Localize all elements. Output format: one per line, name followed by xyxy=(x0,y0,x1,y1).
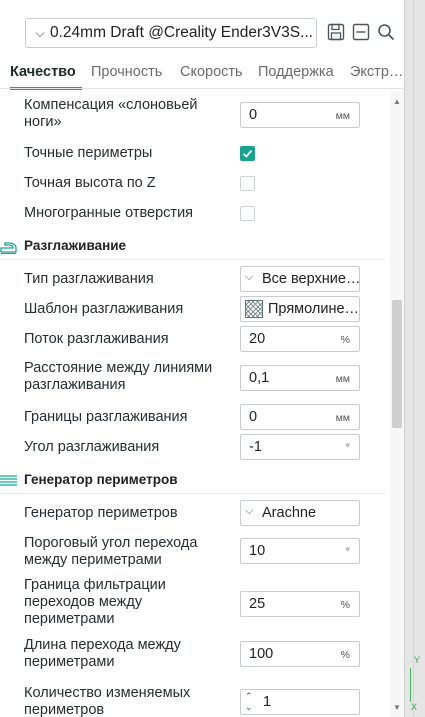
wall-generator-section-title: Генератор периметров xyxy=(24,472,178,487)
settings-tabs: Качество Прочность Скорость Поддержка Эк… xyxy=(0,62,404,90)
preset-toolbar: ⌵ 0.24mm Draft @Creality Ender3V3S... xyxy=(0,0,404,62)
precise-wall-checkbox[interactable] xyxy=(240,146,255,161)
section-divider xyxy=(0,259,385,260)
search-icon[interactable] xyxy=(376,22,396,42)
compare-icon[interactable] xyxy=(351,22,371,42)
precise-wall-label: Точные периметры xyxy=(24,145,153,161)
y-axis-line xyxy=(410,668,411,702)
transition-angle-label: Пороговый угол перехода между периметрам… xyxy=(24,535,198,568)
section-divider xyxy=(0,493,385,494)
elephant-foot-label: Компенсация «слоновьей ноги» xyxy=(24,97,198,130)
tab-strength[interactable]: Прочность xyxy=(91,64,162,80)
chevron-down-icon: ⌵ xyxy=(245,505,254,517)
ironing-flow-input[interactable]: 20 % xyxy=(240,326,360,352)
precise-z-label: Точная высота по Z xyxy=(24,175,156,191)
tab-support[interactable]: Поддержка xyxy=(258,64,334,80)
ironing-inset-input[interactable]: 0 мм xyxy=(240,404,360,430)
x-axis-label: X xyxy=(411,702,418,712)
ironing-icon xyxy=(0,242,17,254)
ironing-type-select[interactable]: ⌵ Все верхние… xyxy=(240,266,360,292)
settings-list: Компенсация «слоновьей ноги» 0 мм Точные… xyxy=(0,89,390,717)
ironing-inset-label: Границы разглаживания xyxy=(24,409,188,425)
scrollbar-thumb[interactable] xyxy=(392,300,402,428)
save-icon[interactable] xyxy=(326,22,346,42)
ironing-section-title: Разглаживание xyxy=(24,238,127,253)
precise-z-checkbox[interactable] xyxy=(240,176,255,191)
transition-length-label: Длина перехода между периметрами xyxy=(24,637,181,670)
tab-quality[interactable]: Качество xyxy=(10,64,76,80)
scroll-down-arrow-icon[interactable]: ▼ xyxy=(393,703,401,712)
distribution-count-spinner[interactable]: ⌃ ⌄ 1 xyxy=(240,689,360,715)
ironing-spacing-input[interactable]: 0,1 мм xyxy=(240,365,360,391)
ironing-type-label: Тип разглаживания xyxy=(24,271,154,287)
wall-generator-label: Генератор периметров xyxy=(24,505,178,521)
wall-generator-select[interactable]: ⌵ Arachne xyxy=(240,500,360,526)
transition-filter-label: Граница фильтрации переходов между перим… xyxy=(24,577,166,627)
chevron-down-icon: ⌵ xyxy=(35,25,45,40)
transition-filter-input[interactable]: 25 % xyxy=(240,591,360,617)
y-axis-label: Y xyxy=(414,655,421,665)
ironing-section-header: Разглаживание xyxy=(0,238,385,260)
transition-angle-input[interactable]: 10 ° xyxy=(240,538,360,564)
transition-length-input[interactable]: 100 % xyxy=(240,641,360,667)
preset-label: 0.24mm Draft @Creality Ender3V3S... xyxy=(50,24,313,41)
polyholes-checkbox[interactable] xyxy=(240,206,255,221)
ironing-angle-label: Угол разглаживания xyxy=(24,439,160,455)
distribution-count-label: Количество изменяемых периметров xyxy=(24,685,191,717)
grid-line xyxy=(413,0,414,717)
elephant-foot-input[interactable]: 0 мм xyxy=(240,102,360,128)
chevron-down-icon: ⌵ xyxy=(245,271,254,283)
ironing-pattern-select[interactable]: Прямолине… xyxy=(240,296,360,322)
wall-generator-icon xyxy=(0,475,17,486)
ironing-flow-label: Поток разглаживания xyxy=(24,331,169,347)
tab-speed[interactable]: Скорость xyxy=(180,64,243,80)
ironing-pattern-label: Шаблон разглаживания xyxy=(24,301,184,317)
tab-extruder[interactable]: Экстр… xyxy=(350,64,403,80)
wall-generator-section-header: Генератор периметров xyxy=(0,472,385,494)
ironing-spacing-label: Расстояние между линиями разглаживания xyxy=(24,360,213,393)
scroll-up-arrow-icon[interactable]: ▲ xyxy=(393,97,401,106)
polyholes-label: Многогранные отверстия xyxy=(24,205,194,221)
viewport-edge: Y X xyxy=(404,0,425,717)
preset-select[interactable]: ⌵ 0.24mm Draft @Creality Ender3V3S... xyxy=(25,18,317,48)
check-icon xyxy=(242,150,253,158)
spin-arrows-icon[interactable]: ⌃ ⌄ xyxy=(245,691,253,713)
ironing-angle-input[interactable]: -1 ° xyxy=(240,434,360,460)
rectilinear-pattern-icon xyxy=(245,300,263,318)
